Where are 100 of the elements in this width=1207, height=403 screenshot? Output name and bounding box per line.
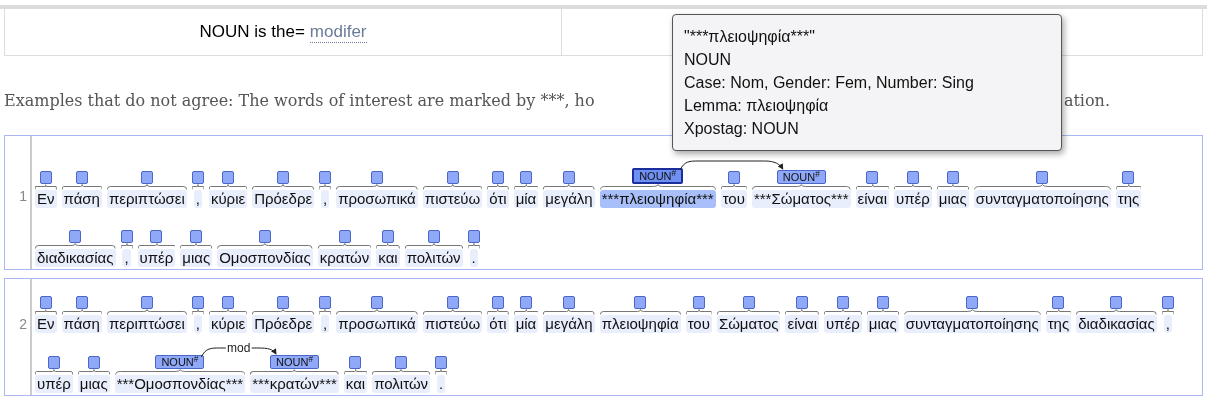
token[interactable]: κρατών bbox=[317, 249, 372, 267]
token[interactable]: μιας bbox=[180, 249, 213, 267]
token[interactable]: Πρόεδρε bbox=[252, 190, 315, 208]
annotation-marker[interactable] bbox=[191, 296, 204, 309]
token[interactable]: μία bbox=[513, 315, 539, 333]
token[interactable]: πλειοψηφία bbox=[599, 315, 681, 333]
annotation-marker[interactable] bbox=[338, 230, 351, 243]
token[interactable]: Εν bbox=[35, 315, 57, 333]
annotation-marker[interactable] bbox=[467, 230, 480, 243]
token[interactable]: συνταγματοποίησης bbox=[973, 190, 1111, 208]
token[interactable]: μεγάλη bbox=[543, 190, 595, 208]
annotation-marker[interactable] bbox=[1110, 296, 1123, 309]
annotation-marker[interactable] bbox=[1122, 171, 1135, 184]
token[interactable]: μεγάλη bbox=[543, 315, 595, 333]
token[interactable]: , bbox=[122, 249, 131, 267]
token[interactable]: υπέρ bbox=[894, 190, 932, 208]
token[interactable]: υπέρ bbox=[137, 249, 176, 267]
annotation-marker[interactable] bbox=[75, 296, 88, 309]
annotation-marker[interactable] bbox=[319, 296, 332, 309]
annotation-marker[interactable] bbox=[446, 296, 459, 309]
annotation-marker[interactable] bbox=[946, 171, 959, 184]
annotation-marker[interactable] bbox=[866, 171, 879, 184]
token[interactable]: μία bbox=[513, 190, 539, 208]
annotation-marker[interactable] bbox=[1052, 296, 1065, 309]
token[interactable]: περιπτώσει bbox=[106, 315, 187, 333]
token[interactable]: του bbox=[720, 190, 747, 208]
annotation-marker[interactable] bbox=[634, 296, 647, 309]
token[interactable]: συνταγματοποίησης bbox=[903, 315, 1041, 333]
annotation-marker[interactable] bbox=[140, 296, 153, 309]
token[interactable]: προσωπικά bbox=[336, 190, 418, 208]
annotation-marker[interactable] bbox=[692, 296, 705, 309]
token[interactable]: περιπτώσει bbox=[106, 190, 187, 208]
annotation-marker[interactable] bbox=[742, 296, 755, 309]
annotation-marker[interactable] bbox=[1161, 296, 1174, 309]
token[interactable]: , bbox=[321, 190, 330, 208]
annotation-marker[interactable] bbox=[836, 296, 849, 309]
annotation-marker[interactable] bbox=[562, 296, 575, 309]
annotation-marker[interactable] bbox=[150, 230, 163, 243]
annotation-marker[interactable] bbox=[87, 356, 100, 369]
token[interactable]: ***πλειοψηφία*** bbox=[599, 190, 716, 208]
annotation-marker[interactable] bbox=[191, 171, 204, 184]
annotation-marker[interactable] bbox=[120, 230, 133, 243]
token[interactable]: πολιτών bbox=[372, 375, 431, 393]
annotation-marker[interactable] bbox=[222, 171, 234, 184]
annotation-marker[interactable] bbox=[277, 296, 290, 309]
annotation-marker[interactable] bbox=[277, 171, 290, 184]
annotation-label[interactable]: NOUN$^{#}$ bbox=[155, 355, 205, 369]
token[interactable]: πάση bbox=[61, 315, 102, 333]
annotation-marker[interactable] bbox=[47, 356, 60, 369]
token[interactable]: Εν bbox=[35, 190, 57, 208]
annotation-marker[interactable] bbox=[1036, 171, 1049, 184]
annotation-marker[interactable] bbox=[796, 296, 809, 309]
annotation-marker[interactable] bbox=[727, 171, 740, 184]
annotation-marker[interactable] bbox=[39, 171, 52, 184]
annotation-marker[interactable] bbox=[319, 171, 332, 184]
token[interactable]: , bbox=[193, 315, 202, 333]
annotation-marker[interactable] bbox=[370, 296, 383, 309]
token[interactable]: , bbox=[1163, 315, 1172, 333]
annotation-marker[interactable] bbox=[75, 171, 88, 184]
token[interactable]: πάση bbox=[61, 190, 102, 208]
annotation-marker[interactable] bbox=[446, 171, 459, 184]
annotation-marker[interactable] bbox=[140, 171, 153, 184]
annotation-marker[interactable] bbox=[966, 296, 979, 309]
token[interactable]: πιστεύω bbox=[422, 190, 483, 208]
annotation-marker[interactable] bbox=[491, 296, 504, 309]
token[interactable]: διαδικασίας bbox=[35, 249, 116, 267]
token[interactable]: και bbox=[343, 375, 368, 393]
annotation-marker[interactable] bbox=[427, 230, 440, 243]
token[interactable]: υπέρ bbox=[35, 375, 73, 393]
token[interactable]: πολιτών bbox=[404, 249, 463, 267]
annotation-marker[interactable] bbox=[491, 171, 504, 184]
token[interactable]: πιστεύω bbox=[422, 315, 483, 333]
token[interactable]: της bbox=[1045, 315, 1072, 333]
token[interactable]: . bbox=[437, 375, 446, 393]
annotation-marker[interactable] bbox=[349, 356, 362, 369]
token[interactable]: ***Ομοσπονδίας*** bbox=[114, 375, 246, 393]
token[interactable]: είναι bbox=[785, 315, 819, 333]
token[interactable]: Ομοσπονδίας bbox=[217, 249, 313, 267]
token[interactable]: ***κρατών*** bbox=[250, 375, 339, 393]
annotation-marker[interactable] bbox=[906, 171, 919, 184]
annotation-marker[interactable] bbox=[258, 230, 271, 243]
token[interactable]: είναι bbox=[855, 190, 890, 208]
token[interactable]: ότι bbox=[487, 190, 509, 208]
token[interactable]: ότι bbox=[487, 315, 509, 333]
token[interactable]: υπέρ bbox=[824, 315, 862, 333]
term-link[interactable]: modifer bbox=[309, 21, 367, 43]
annotation-marker[interactable] bbox=[370, 171, 383, 184]
token[interactable]: κύριε bbox=[208, 190, 248, 208]
token[interactable]: Σώματος bbox=[716, 315, 781, 333]
token[interactable]: διαδικασίας bbox=[1076, 315, 1157, 333]
token[interactable]: Πρόεδρε bbox=[252, 315, 315, 333]
annotation-marker[interactable] bbox=[435, 356, 448, 369]
annotation-marker[interactable] bbox=[562, 171, 575, 184]
token[interactable]: και bbox=[376, 249, 400, 267]
token[interactable]: μιας bbox=[866, 315, 899, 333]
token[interactable]: , bbox=[321, 315, 330, 333]
token[interactable]: . bbox=[469, 249, 478, 267]
annotation-label[interactable]: NOUN$^{#}$ bbox=[632, 168, 684, 184]
token[interactable]: του bbox=[685, 315, 712, 333]
annotation-marker[interactable] bbox=[222, 296, 234, 309]
